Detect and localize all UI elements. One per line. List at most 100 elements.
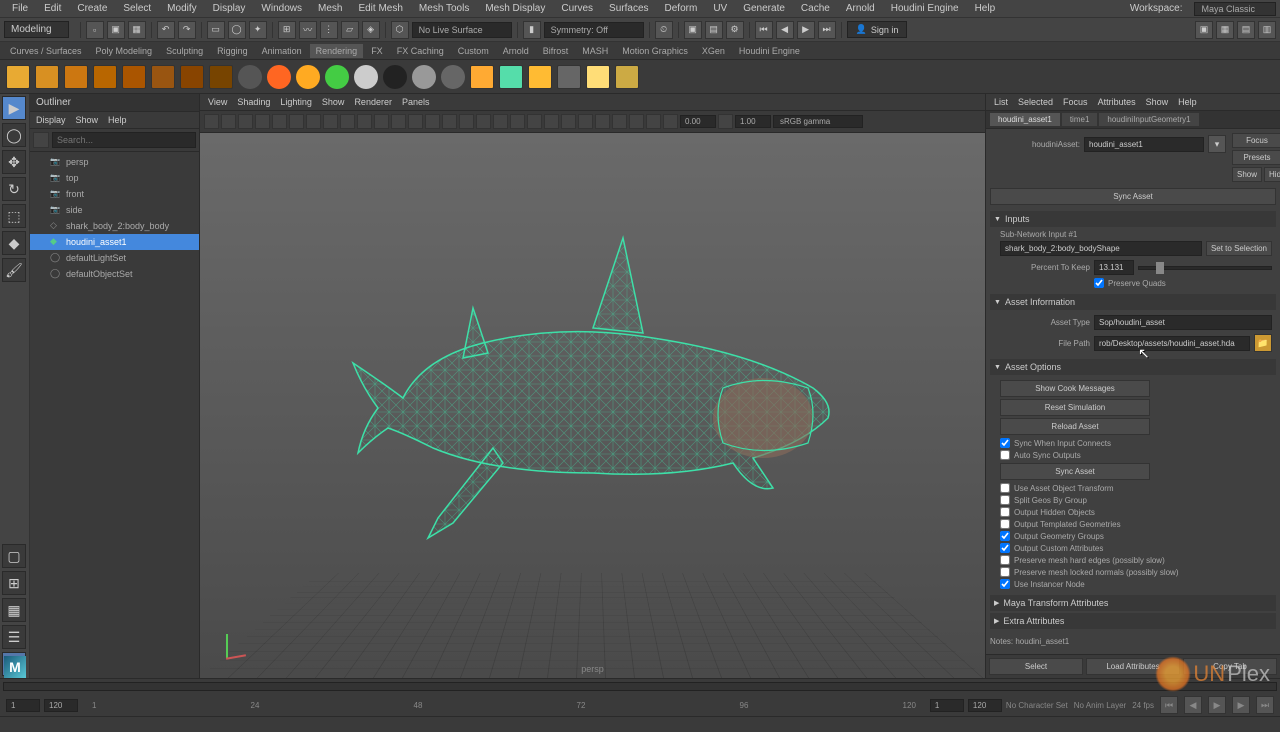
asset-name-input[interactable] [1084, 137, 1204, 152]
cook-messages-button[interactable]: Show Cook Messages [1000, 380, 1150, 397]
new-icon[interactable]: ▫ [86, 21, 104, 39]
shelf-icon-18[interactable] [528, 65, 552, 89]
presets-button[interactable]: Presets [1232, 150, 1280, 165]
playback-start-icon[interactable]: ⏮ [755, 21, 773, 39]
attr-menu-attributes[interactable]: Attributes [1098, 97, 1136, 107]
vp-menu-show[interactable]: Show [322, 97, 345, 107]
step-back-icon[interactable]: ◀ [1184, 696, 1202, 714]
panel-icon-4[interactable]: ▥ [1258, 21, 1276, 39]
menu-meshtools[interactable]: Mesh Tools [411, 1, 477, 16]
shelf-icon-2[interactable] [64, 65, 88, 89]
outliner-item-persp[interactable]: persp [30, 154, 199, 170]
vp-toolbar-icon-12[interactable] [408, 114, 423, 129]
symmetry-icon[interactable]: ▮ [523, 21, 541, 39]
asset-options-section[interactable]: Asset Options [990, 359, 1276, 375]
magnet-icon[interactable]: ⬡ [391, 21, 409, 39]
option-3-checkbox[interactable] [1000, 495, 1010, 505]
vp-toolbar-icon-16[interactable] [476, 114, 491, 129]
menu-meshdisplay[interactable]: Mesh Display [477, 1, 553, 16]
snap-grid-icon[interactable]: ⊞ [278, 21, 296, 39]
tool-icon[interactable]: ✦ [249, 21, 267, 39]
open-icon[interactable]: ▣ [107, 21, 125, 39]
shelf-tab-xgen[interactable]: XGen [696, 44, 731, 58]
menu-curves[interactable]: Curves [553, 1, 601, 16]
asset-menu-icon[interactable]: ▾ [1208, 135, 1226, 153]
paint-tool[interactable]: 🖌 [2, 258, 26, 282]
shelf-tab-mash[interactable]: MASH [576, 44, 614, 58]
inputs-section[interactable]: Inputs [990, 211, 1276, 227]
reload-asset-button[interactable]: Reload Asset [1000, 418, 1150, 435]
vp-toolbar-icon-27[interactable] [663, 114, 678, 129]
outliner-item-top[interactable]: top [30, 170, 199, 186]
vp-menu-view[interactable]: View [208, 97, 227, 107]
vp-toolbar-icon-14[interactable] [442, 114, 457, 129]
attr-menu-show[interactable]: Show [1146, 97, 1169, 107]
set-selection-button[interactable]: Set to Selection [1206, 241, 1272, 256]
panel-icon-1[interactable]: ▣ [1195, 21, 1213, 39]
step-fwd-icon[interactable]: ▶ [1232, 696, 1250, 714]
panel-icon-3[interactable]: ▤ [1237, 21, 1255, 39]
vp-toolbar-icon-4[interactable] [272, 114, 287, 129]
outliner-filter-icon[interactable] [33, 132, 49, 148]
vp-sep-icon[interactable] [718, 114, 733, 129]
signin-button[interactable]: 👤 Sign in [847, 21, 908, 38]
render-icon[interactable]: ▣ [684, 21, 702, 39]
shelf-tab-custom[interactable]: Custom [452, 44, 495, 58]
hide-button[interactable]: Hide [1264, 167, 1280, 182]
shelf-tab-rig[interactable]: Rigging [211, 44, 254, 58]
playback-start-input[interactable] [44, 699, 78, 712]
vp-toolbar-icon-2[interactable] [238, 114, 253, 129]
option-0-checkbox[interactable] [1000, 438, 1010, 448]
vp-toolbar-icon-1[interactable] [221, 114, 236, 129]
ipr-icon[interactable]: ▤ [705, 21, 723, 39]
last-tool[interactable]: ◆ [2, 231, 26, 255]
attr-menu-selected[interactable]: Selected [1018, 97, 1053, 107]
outliner-item-side[interactable]: side [30, 202, 199, 218]
vp-toolbar-icon-20[interactable] [544, 114, 559, 129]
vp-toolbar-icon-0[interactable] [204, 114, 219, 129]
attr-menu-help[interactable]: Help [1178, 97, 1197, 107]
vp-toolbar-icon-18[interactable] [510, 114, 525, 129]
time-slider[interactable] [3, 682, 1277, 691]
redo-icon[interactable]: ↷ [178, 21, 196, 39]
sync-asset-button[interactable]: Sync Asset [990, 188, 1276, 205]
focus-button[interactable]: Focus [1232, 133, 1280, 148]
asset-info-section[interactable]: Asset Information [990, 294, 1276, 310]
shelf-icon-9[interactable] [267, 65, 291, 89]
option-1-checkbox[interactable] [1000, 450, 1010, 460]
vp-toolbar-icon-8[interactable] [340, 114, 355, 129]
option-6-checkbox[interactable] [1000, 531, 1010, 541]
percent-input[interactable] [1094, 260, 1134, 275]
shelf-icon-3[interactable] [93, 65, 117, 89]
lasso-tool[interactable]: ◯ [2, 123, 26, 147]
menu-help[interactable]: Help [967, 1, 1004, 16]
shelf-icon-21[interactable] [615, 65, 639, 89]
shelf-tab-anim[interactable]: Animation [256, 44, 308, 58]
attr-tab-asset[interactable]: houdini_asset1 [990, 113, 1060, 126]
undo-icon[interactable]: ↶ [157, 21, 175, 39]
select-button[interactable]: Select [989, 658, 1083, 675]
menu-mesh[interactable]: Mesh [310, 1, 350, 16]
play-back-icon[interactable]: ⏮ [1160, 696, 1178, 714]
shelf-tab-motion[interactable]: Motion Graphics [616, 44, 694, 58]
subnet-input[interactable] [1000, 241, 1202, 256]
vp-menu-shading[interactable]: Shading [237, 97, 270, 107]
symmetry-dropdown[interactable]: Symmetry: Off [544, 22, 644, 38]
outliner-menu-show[interactable]: Show [76, 115, 99, 125]
playback-prev-icon[interactable]: ◀ [776, 21, 794, 39]
snap-point-icon[interactable]: ⋮ [320, 21, 338, 39]
shelf-tab-render[interactable]: Rendering [310, 44, 364, 58]
mode-dropdown[interactable]: Modeling [4, 21, 69, 38]
gamma-dropdown[interactable]: sRGB gamma [773, 115, 863, 128]
menu-create[interactable]: Create [69, 1, 115, 16]
lasso-icon[interactable]: ◯ [228, 21, 246, 39]
vp-toolbar-icon-26[interactable] [646, 114, 661, 129]
outliner-item-front[interactable]: front [30, 186, 199, 202]
option-9-checkbox[interactable] [1000, 567, 1010, 577]
outliner-menu-display[interactable]: Display [36, 115, 66, 125]
rotate-tool[interactable]: ↻ [2, 177, 26, 201]
shelf-icon-5[interactable] [151, 65, 175, 89]
range-start-input[interactable] [6, 699, 40, 712]
shelf-icon-10[interactable] [296, 65, 320, 89]
percent-slider[interactable] [1138, 266, 1272, 270]
